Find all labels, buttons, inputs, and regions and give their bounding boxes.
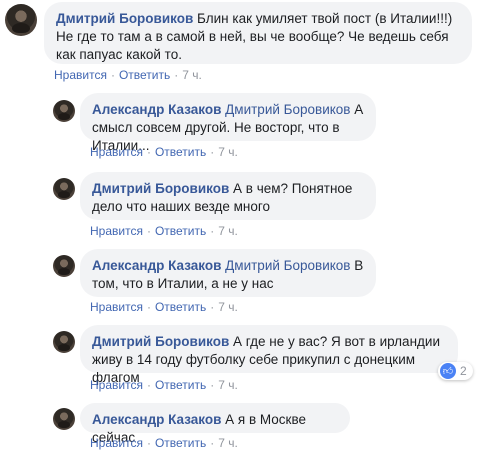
avatar[interactable] — [53, 331, 75, 353]
reply-button[interactable]: Ответить — [155, 145, 206, 159]
comment-time[interactable]: 7 ч. — [218, 300, 238, 314]
like-button[interactable]: Нравится — [90, 378, 143, 392]
comment-actions: Нравится · Ответить · 7 ч. — [90, 378, 238, 392]
avatar[interactable] — [53, 100, 75, 122]
reaction-count-badge[interactable]: 👍︎ 2 — [438, 362, 473, 380]
comment-author[interactable]: Александр Казаков — [92, 412, 221, 427]
like-button[interactable]: Нравится — [90, 145, 143, 159]
comment-time[interactable]: 7 ч. — [182, 68, 202, 82]
comment-mention[interactable]: Дмитрий Боровиков — [225, 258, 350, 273]
comment-actions: Нравится · Ответить · 7 ч. — [54, 68, 202, 82]
like-button[interactable]: Нравится — [54, 68, 107, 82]
comment-bubble: Александр Казаков А я в Москве сейчас — [80, 403, 350, 445]
comment-actions: Нравится · Ответить · 7 ч. — [90, 145, 238, 159]
like-icon: 👍︎ — [440, 363, 456, 379]
comment-bubble: Дмитрий Боровиков А в чем? Понятное дело… — [80, 172, 376, 220]
avatar[interactable] — [5, 4, 37, 36]
reply-button[interactable]: Ответить — [155, 378, 206, 392]
reply-button[interactable]: Ответить — [155, 436, 206, 450]
reaction-count: 2 — [460, 364, 467, 378]
comment-actions: Нравится · Ответить · 7 ч. — [90, 300, 238, 314]
comment-author[interactable]: Александр Казаков — [92, 258, 221, 273]
comment-bubble: Дмитрий Боровиков Блин как умиляет твой … — [44, 2, 472, 64]
reply-button[interactable]: Ответить — [155, 224, 206, 238]
reply-button[interactable]: Ответить — [155, 300, 206, 314]
comment-author[interactable]: Дмитрий Боровиков — [92, 334, 229, 349]
comment-time[interactable]: 7 ч. — [218, 378, 238, 392]
comment-time[interactable]: 7 ч. — [218, 224, 238, 238]
comment-author[interactable]: Дмитрий Боровиков — [56, 11, 193, 26]
comment-bubble: Александр Казаков Дмитрий Боровиков А см… — [80, 93, 376, 153]
comment-author[interactable]: Дмитрий Боровиков — [92, 181, 229, 196]
comment-actions: Нравится · Ответить · 7 ч. — [90, 436, 238, 450]
comment-mention[interactable]: Дмитрий Боровиков — [225, 102, 350, 117]
reply-button[interactable]: Ответить — [119, 68, 170, 82]
avatar[interactable] — [53, 255, 75, 277]
avatar[interactable] — [53, 178, 75, 200]
comment-time[interactable]: 7 ч. — [218, 436, 238, 450]
comment-bubble: Александр Казаков Дмитрий Боровиков В то… — [80, 249, 376, 297]
like-button[interactable]: Нравится — [90, 436, 143, 450]
like-button[interactable]: Нравится — [90, 300, 143, 314]
comment-bubble: Дмитрий Боровиков А где не у вас? Я вот … — [80, 325, 458, 385]
comment-actions: Нравится · Ответить · 7 ч. — [90, 224, 238, 238]
like-button[interactable]: Нравится — [90, 224, 143, 238]
comment-author[interactable]: Александр Казаков — [92, 102, 221, 117]
avatar[interactable] — [53, 408, 75, 430]
comment-time[interactable]: 7 ч. — [218, 145, 238, 159]
